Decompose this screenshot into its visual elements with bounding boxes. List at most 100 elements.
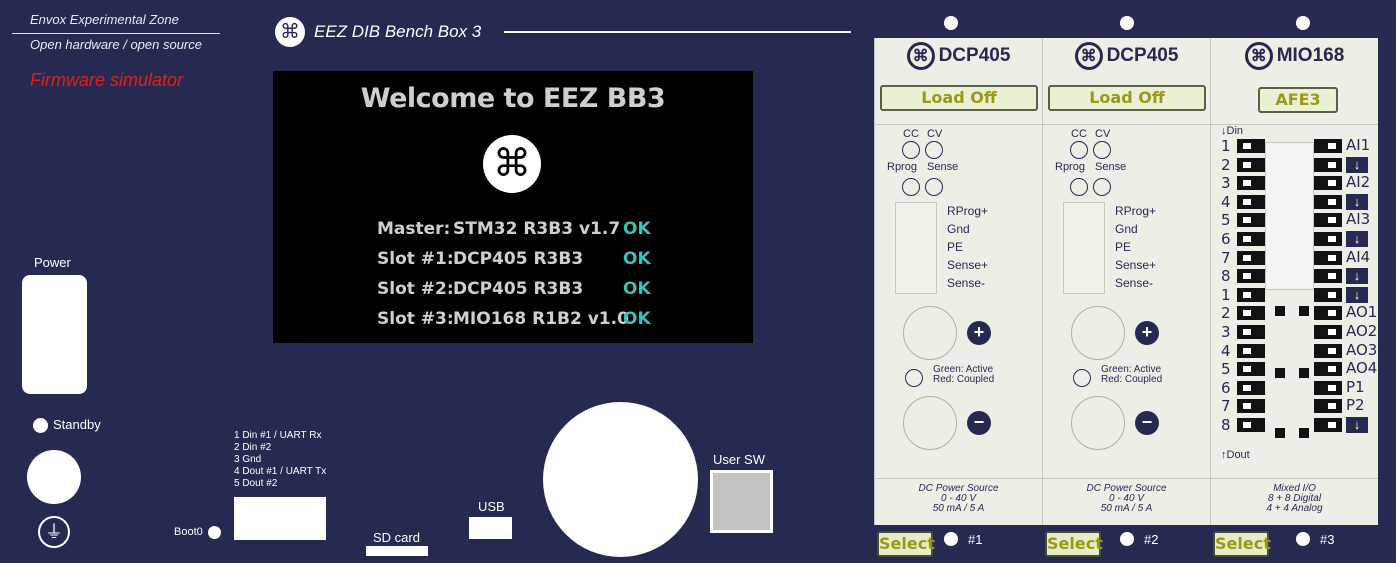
output-terminal-negative[interactable] <box>1071 396 1125 450</box>
output-terminal-negative[interactable] <box>903 396 957 450</box>
select-button-slot-3[interactable]: Select <box>1213 531 1271 557</box>
pin-terminal-left[interactable] <box>1237 194 1265 209</box>
simulator-label: Firmware simulator <box>30 70 184 90</box>
boot0-button[interactable] <box>208 526 221 539</box>
terminal-label: Gnd <box>1115 222 1138 236</box>
pin-terminal-left[interactable] <box>1237 325 1265 339</box>
status-label: Master: <box>377 219 451 239</box>
pin-terminal-left[interactable] <box>1237 399 1265 414</box>
pin-terminal-left[interactable] <box>1237 343 1265 358</box>
pin-terminal-left[interactable] <box>1237 418 1265 432</box>
terminal-labels: RProg+ Gnd PE Sense+ Sense- <box>947 202 988 292</box>
pin-terminal-left[interactable] <box>1237 362 1265 377</box>
pin-label: 5 Dout #2 <box>234 478 278 489</box>
status-ok: OK <box>623 249 651 269</box>
pin-terminal-left[interactable] <box>1237 176 1265 191</box>
pin-terminal-right[interactable] <box>1314 250 1342 265</box>
cv-led <box>1093 141 1111 159</box>
main-display[interactable]: Welcome to EEZ BB3 ⌘ Master: STM32 R3B3 … <box>273 71 753 343</box>
display-logo-icon: ⌘ <box>483 135 541 193</box>
module-header: ⌘ DCP405 <box>1043 42 1210 70</box>
pin-terminal-right[interactable] <box>1314 232 1342 246</box>
pin-terminal-left[interactable] <box>1237 250 1265 265</box>
status-ok: OK <box>623 309 651 329</box>
legend-coupled: Red: Coupled <box>1101 374 1163 385</box>
pin-terminal-right[interactable] <box>1314 343 1342 358</box>
module-status[interactable]: AFE3 <box>1258 87 1338 113</box>
pin-terminal-right[interactable] <box>1314 362 1342 377</box>
pin-number: 6 <box>1221 230 1231 248</box>
led-legend: Green: Active Red: Coupled <box>933 365 994 385</box>
usb-port <box>469 517 512 539</box>
pin-terminal-left[interactable] <box>1237 380 1265 395</box>
pin-terminal-left[interactable] <box>1237 139 1265 153</box>
mount-hole <box>944 16 958 30</box>
module-status[interactable]: Load Off <box>1048 85 1206 111</box>
pin-terminal-right[interactable] <box>1314 157 1342 172</box>
boot0-label: Boot0 <box>174 526 203 538</box>
plus-icon: + <box>1135 321 1159 345</box>
module-footer: Mixed I/O 8 + 8 Digital 4 + 4 Analog <box>1211 484 1378 514</box>
status-ok: OK <box>623 279 651 299</box>
channel-label: AI3 <box>1346 210 1371 229</box>
module-slot-1: ⌘ DCP405 Load Off CC CV Rprog Sense RPro… <box>874 38 1042 525</box>
terminal-label: Sense- <box>1115 276 1154 290</box>
pin-terminal-right[interactable] <box>1314 380 1342 395</box>
standby-label: Standby <box>53 417 101 432</box>
channel-label: AO4 <box>1346 359 1378 378</box>
module-status[interactable]: Load Off <box>880 85 1038 111</box>
ground-icon: ⏚ <box>38 516 70 548</box>
pin-terminal-left[interactable] <box>1237 306 1265 321</box>
status-value: STM32 R3B3 v1.7 <box>453 219 621 239</box>
module-slot-3: ⌘ MIO168 AFE3 ↓Din 1 AI1 2 ↓ 3 AI2 4 ↓ 5 AI3 6 ↓ 7 AI… <box>1210 38 1378 525</box>
led-legend: Green: Active Red: Coupled <box>1101 365 1162 385</box>
pin-number: 2 <box>1221 304 1231 323</box>
plus-icon: + <box>967 321 991 345</box>
pin-terminal-right[interactable] <box>1314 213 1342 228</box>
pin-terminal-left[interactable] <box>1237 157 1265 172</box>
select-button-slot-2[interactable]: Select <box>1045 531 1103 557</box>
pin-terminal-right[interactable] <box>1314 306 1342 321</box>
module-header: ⌘ MIO168 <box>1211 42 1378 70</box>
pin-terminal-left[interactable] <box>1237 213 1265 228</box>
pin-number: 6 <box>1221 378 1231 397</box>
footer-line: 50 mA / 5 A <box>932 503 985 514</box>
pin-terminal-left[interactable] <box>1237 269 1265 284</box>
module-slot-2: ⌘ DCP405 Load Off CC CV Rprog Sense RPro… <box>1042 38 1210 525</box>
status-value: DCP405 R3B3 <box>453 279 584 299</box>
pin-label: 3 Gnd <box>234 454 262 465</box>
standby-led <box>33 418 48 433</box>
pin-terminal-right[interactable] <box>1314 418 1342 432</box>
pin-terminal-right[interactable] <box>1314 269 1342 284</box>
terminal-block <box>895 202 937 294</box>
connector-pinout: 1 Din #1 / UART Rx 2 Din #2 3 Gnd 4 Dout… <box>234 430 326 490</box>
output-terminal-positive[interactable] <box>903 306 957 360</box>
pin-terminal-left[interactable] <box>1237 287 1265 302</box>
title-rule <box>504 31 851 33</box>
channel-label: AO2 <box>1346 322 1378 340</box>
pin-terminal-right[interactable] <box>1314 194 1342 209</box>
user-switch[interactable] <box>710 470 773 533</box>
welcome-text: Welcome to EEZ BB3 <box>360 83 666 114</box>
brand-line-1: Envox Experimental Zone <box>30 12 179 27</box>
pin-label: 1 Din #1 / UART Rx <box>234 430 322 441</box>
power-button[interactable] <box>22 275 87 394</box>
ground-terminal[interactable] <box>27 450 81 504</box>
output-terminal-positive[interactable] <box>1071 306 1125 360</box>
sd-card-slot <box>366 546 428 556</box>
pin-terminal-right[interactable] <box>1314 176 1342 191</box>
user-sw-label: User SW <box>713 452 765 467</box>
pin-terminal-right[interactable] <box>1314 287 1342 302</box>
pin-terminal-right[interactable] <box>1314 399 1342 414</box>
footer-line: 50 mA / 5 A <box>1100 503 1153 514</box>
status-value: DCP405 R3B3 <box>453 249 584 269</box>
arrow-down-icon: ↓ <box>1346 193 1368 210</box>
pin-terminal-right[interactable] <box>1314 139 1342 153</box>
pin-terminal-right[interactable] <box>1314 325 1342 339</box>
divider <box>1043 124 1210 125</box>
encoder-knob[interactable] <box>543 402 698 557</box>
connector-pad <box>1275 368 1285 378</box>
select-button-slot-1[interactable]: Select <box>877 531 935 557</box>
pin-terminal-left[interactable] <box>1237 232 1265 246</box>
minus-icon: − <box>967 411 991 435</box>
